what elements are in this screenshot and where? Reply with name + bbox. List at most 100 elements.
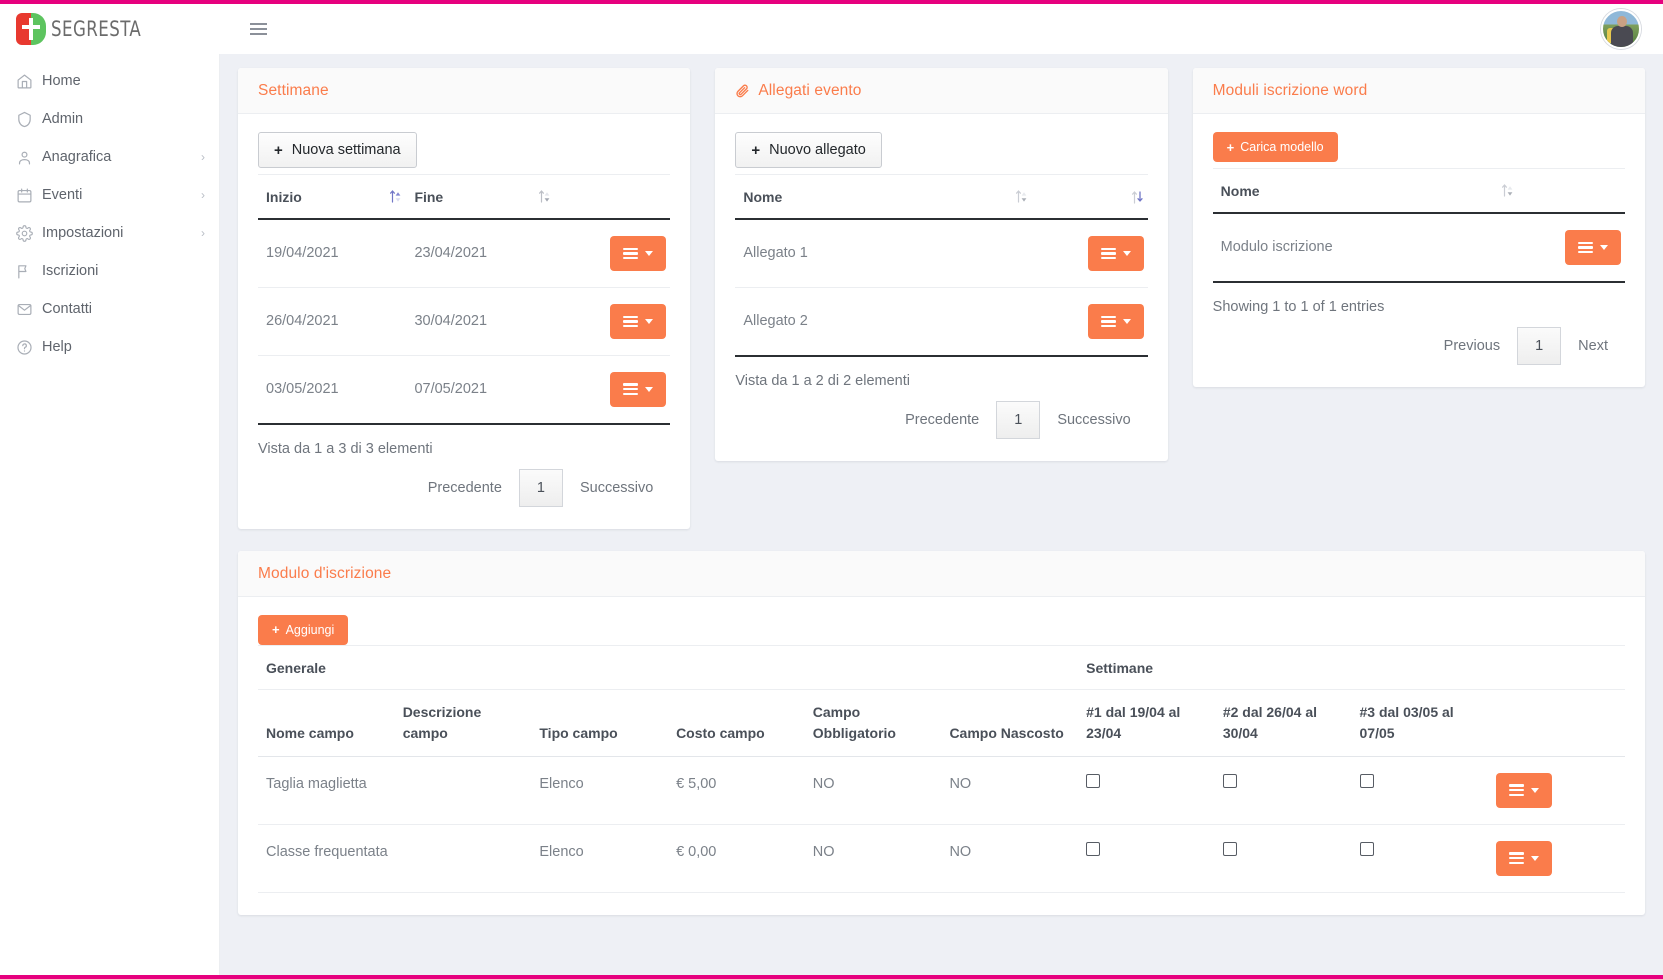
menu-bars-icon: [623, 381, 639, 398]
col-nome[interactable]: Nome: [735, 174, 1033, 220]
sort-icon-asc[interactable]: [389, 189, 402, 204]
sidebar-item-contatti[interactable]: Contatti: [0, 290, 219, 328]
shield-icon: [16, 111, 42, 128]
col-nome[interactable]: Nome: [1212, 168, 1518, 214]
avatar[interactable]: [1601, 9, 1641, 49]
plus-icon: +: [751, 141, 761, 159]
hamburger-icon[interactable]: [244, 14, 273, 44]
cell-campo-obbligatorio: NO: [804, 756, 942, 825]
sidebar-item-admin[interactable]: Admin: [0, 100, 219, 138]
chevron-down-icon: [645, 318, 654, 324]
week-checkbox[interactable]: [1222, 773, 1237, 788]
sidebar-item-label: Contatti: [42, 301, 92, 317]
col-actions: [1517, 168, 1625, 214]
table-head: Generale Settimane Nome campo Descrizion…: [258, 644, 1625, 757]
row-actions-button[interactable]: [610, 303, 667, 339]
sidebar-item-eventi[interactable]: Eventi ›: [0, 176, 219, 214]
cell-nome-campo: Taglia maglietta: [258, 756, 395, 825]
col-campo-obbligatorio: Campo Obbligatorio: [804, 689, 942, 757]
row-actions-button[interactable]: [1496, 772, 1553, 808]
cell-inizio: 26/04/2021: [258, 287, 407, 356]
chevron-right-icon: ›: [201, 188, 205, 202]
settimane-table: Inizio Fine 19/04/2021 23/04/2021 26/04/…: [258, 174, 671, 425]
sidebar-item-impostazioni[interactable]: Impostazioni ›: [0, 214, 219, 252]
cell-settimana-3: [1351, 824, 1489, 893]
cell-actions: [1032, 219, 1148, 288]
cell-campo-nascosto: NO: [941, 756, 1079, 825]
main-content: Settimane + Nuova settimana Inizio Fine …: [220, 54, 1663, 975]
paperclip-icon: [735, 83, 750, 99]
card-body: + Carica modello Nome Modulo iscrizione …: [1193, 114, 1645, 387]
row-actions-button[interactable]: [1564, 230, 1621, 265]
row-actions-button[interactable]: [610, 236, 667, 271]
col-actions: [554, 174, 671, 220]
col-nome-label: Nome: [1220, 183, 1260, 199]
table-row: Allegato 2: [735, 287, 1148, 357]
card-body: + Aggiungi Generale Settimane Nome campo…: [238, 597, 1645, 915]
pagination-previous[interactable]: Precedente: [888, 401, 996, 439]
cell-campo-obbligatorio: NO: [804, 824, 942, 893]
pagination-page-1[interactable]: 1: [996, 400, 1041, 439]
sidebar-item-label: Admin: [42, 111, 84, 127]
week-checkbox[interactable]: [1086, 841, 1101, 856]
table-head: Nome: [735, 174, 1148, 220]
modulo-iscrizione-table: Generale Settimane Nome campo Descrizion…: [258, 644, 1625, 893]
col-actions[interactable]: [1032, 174, 1148, 220]
row-actions-button[interactable]: [1087, 236, 1144, 271]
moduli-table: Nome Modulo iscrizione: [1212, 168, 1625, 283]
card-allegati-evento: Allegati evento + Nuovo allegato Nome Al…: [715, 68, 1168, 461]
carica-modello-button[interactable]: + Carica modello: [1212, 132, 1338, 162]
sidebar: Home Admin Anagrafica › Eventi › Imposta…: [0, 54, 220, 975]
pagination-previous[interactable]: Precedente: [411, 469, 519, 507]
sort-icon-neutral[interactable]: [1501, 183, 1514, 198]
sidebar-item-help[interactable]: Help: [0, 328, 219, 366]
sidebar-item-label: Help: [42, 339, 72, 355]
col-nome-label: Nome: [743, 189, 783, 205]
sidebar-item-home[interactable]: Home: [0, 62, 219, 100]
table-row: 26/04/2021 30/04/2021: [258, 287, 671, 356]
table-header-row: Nome campo Descrizione campo Tipo campo …: [258, 689, 1625, 757]
sort-icon-desc[interactable]: [1131, 190, 1144, 205]
col-tipo-campo: Tipo campo: [531, 689, 669, 757]
week-checkbox[interactable]: [1086, 773, 1101, 788]
menu-bars-icon: [1577, 239, 1593, 256]
row-actions-button[interactable]: [610, 371, 667, 407]
chevron-down-icon: [1531, 855, 1540, 861]
cell-costo-campo: € 5,00: [668, 756, 805, 825]
sidebar-item-anagrafica[interactable]: Anagrafica ›: [0, 138, 219, 176]
row-actions-button[interactable]: [1496, 840, 1553, 876]
menu-bars-icon: [1100, 313, 1116, 330]
cell-tipo-campo: Elenco: [531, 756, 669, 825]
week-checkbox[interactable]: [1222, 841, 1237, 856]
cell-fine: 30/04/2021: [406, 287, 555, 356]
card-title-text: Settimane: [258, 82, 329, 99]
pagination-page-1[interactable]: 1: [518, 468, 563, 507]
sort-icon-neutral[interactable]: [538, 189, 551, 204]
brand-name: SEGRESTA: [51, 17, 142, 41]
row-actions-button[interactable]: [1087, 303, 1144, 339]
plus-icon: +: [1226, 139, 1235, 155]
card-title: Modulo d'iscrizione: [258, 565, 1625, 583]
button-label: Carica modello: [1240, 140, 1324, 154]
card-moduli-iscrizione-word: Moduli iscrizione word + Carica modello …: [1192, 68, 1645, 387]
card-header: Settimane: [238, 68, 691, 114]
nuovo-allegato-button[interactable]: + Nuovo allegato: [735, 132, 882, 168]
sort-icon-neutral[interactable]: [1015, 189, 1028, 204]
sidebar-item-iscrizioni[interactable]: Iscrizioni: [0, 252, 219, 290]
aggiungi-button[interactable]: + Aggiungi: [258, 614, 349, 645]
col-fine[interactable]: Fine: [406, 174, 555, 220]
table-row: Allegato 1: [735, 219, 1148, 288]
col-inizio[interactable]: Inizio: [258, 174, 407, 220]
brand-logo[interactable]: SEGRESTA: [0, 13, 230, 45]
cell-tipo-campo: Elenco: [531, 824, 669, 893]
chevron-down-icon: [645, 250, 654, 256]
pagination-next[interactable]: Successivo: [1040, 401, 1147, 439]
pagination-page-1[interactable]: 1: [1517, 326, 1562, 365]
pagination-next[interactable]: Next: [1561, 327, 1625, 365]
week-checkbox[interactable]: [1359, 773, 1374, 788]
nuova-settimana-button[interactable]: + Nuova settimana: [258, 132, 417, 168]
user-icon: [16, 149, 42, 166]
pagination-next[interactable]: Successivo: [563, 469, 670, 507]
week-checkbox[interactable]: [1359, 841, 1374, 856]
pagination-previous[interactable]: Previous: [1427, 327, 1517, 365]
